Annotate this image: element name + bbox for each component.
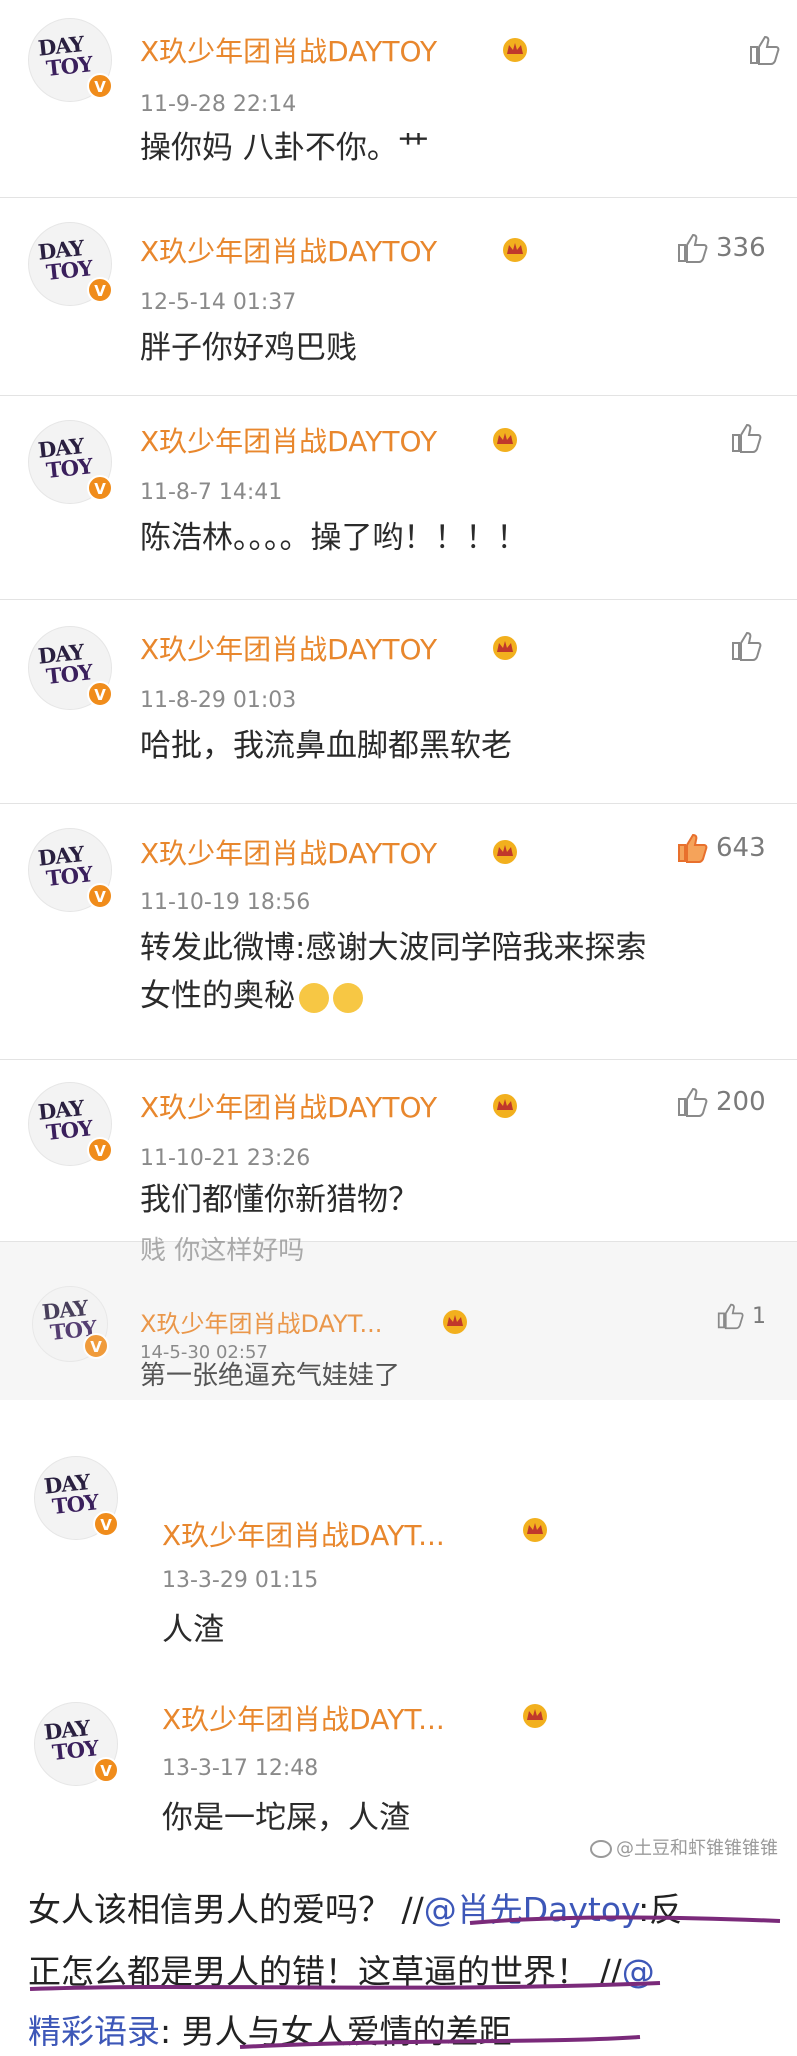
verified-badge-icon: V [87, 883, 113, 909]
verified-badge-icon: V [83, 1333, 109, 1359]
verified-badge-icon: V [93, 1757, 119, 1783]
avatar[interactable]: DAY TOY V [28, 1082, 113, 1166]
like-button[interactable]: 643 [676, 832, 766, 864]
user-name[interactable]: X玖少年团肖战DAYTOY [140, 420, 437, 460]
thumbs-up-icon [678, 833, 708, 863]
crown-icon [493, 1094, 517, 1118]
like-button[interactable] [730, 630, 764, 662]
user-name[interactable]: X玖少年团肖战DAYTOY [140, 1086, 437, 1126]
comment-card: DAY TOY V X玖少年团肖战DAYTOY 12-5-14 01:37 胖子你… [0, 198, 797, 396]
user-name[interactable]: X玖少年团肖战DAYT... [162, 1698, 445, 1738]
avatar[interactable]: DAY TOY V [32, 1286, 109, 1362]
avatar[interactable]: DAY TOY V [28, 420, 113, 504]
verified-badge-icon: V [87, 73, 113, 99]
comment-text: 胖子你好鸡巴贱 [140, 330, 357, 366]
comment-text: 陈浩林。。。。操了哟！！！！ [140, 520, 528, 556]
comment-card: DAY TOY V X玖少年团肖战DAYT... 13-3-17 12:48 你是… [0, 1658, 797, 1865]
like-button[interactable] [730, 422, 764, 454]
comment-card: DAY TOY V X玖少年团肖战DAYTOY 11-9-28 22:14 操你妈… [0, 0, 797, 198]
like-count: 336 [716, 233, 766, 263]
comment-text: 操你妈 八卦不你。艹 [140, 130, 429, 166]
user-name[interactable]: X玖少年团肖战DAYTOY [140, 230, 437, 270]
comment-text: 第一张绝逼充气娃娃了 [140, 1361, 401, 1391]
thumbs-up-icon [678, 1087, 708, 1117]
crown-icon [493, 428, 517, 452]
thumbs-up-icon [732, 423, 762, 453]
comment-time: 13-3-17 12:48 [162, 1756, 319, 1781]
verified-badge-icon: V [93, 1511, 119, 1537]
verified-badge-icon: V [87, 475, 113, 501]
user-name[interactable]: X玖少年团肖战DAYTOY [140, 832, 437, 872]
comment-card: DAY TOY V X玖少年团肖战DAYT... 13-3-29 01:15 人渣 [0, 1400, 797, 1658]
comment-text: 我们都懂你新猎物？ [140, 1182, 419, 1218]
thumbs-up-icon [750, 35, 780, 65]
comment-time: 11-8-29 01:03 [140, 688, 297, 713]
shy-emoji-icon [299, 982, 329, 1013]
user-name[interactable]: X玖少年团肖战DAYT... [140, 1304, 382, 1339]
verified-badge-icon: V [87, 681, 113, 707]
like-button[interactable]: 1 [716, 1302, 766, 1330]
like-count: 643 [716, 833, 766, 863]
avatar[interactable]: DAY TOY V [28, 18, 113, 102]
shy-emoji-icon [333, 982, 363, 1013]
comment-time: 11-10-21 23:26 [140, 1146, 311, 1171]
faded-screenshot: 贱 你这样好吗 DAY TOY V X玖少年团肖战DAYT... 14-5-30 … [0, 1236, 797, 1400]
like-count: 1 [752, 1303, 766, 1329]
like-button[interactable] [748, 34, 782, 66]
like-button[interactable]: 336 [676, 232, 766, 264]
crown-icon [503, 38, 527, 62]
crown-icon [523, 1518, 547, 1542]
comment-time: 11-8-7 14:41 [140, 480, 283, 505]
repost-text-block: 女人该相信男人的爱吗？ //@肖先Daytoy:反 正怎么都是男人的错！这草逼的… [0, 1865, 797, 2056]
cropped-text: 贱 你这样好吗 [140, 1236, 305, 1266]
crown-icon [443, 1310, 467, 1334]
comment-time: 12-5-14 01:37 [140, 290, 297, 315]
comment-time: 13-3-29 01:15 [162, 1568, 319, 1593]
user-name[interactable]: X玖少年团肖战DAYT... [162, 1514, 445, 1554]
comment-card: DAY TOY V X玖少年团肖战DAYTOY 11-8-29 01:03 哈批，… [0, 600, 797, 804]
comment-card: DAY TOY V X玖少年团肖战DAYTOY 11-10-19 18:56 转发… [0, 804, 797, 1060]
thumbs-up-icon [717, 1303, 744, 1330]
weibo-logo-icon [590, 1840, 612, 1858]
thumbs-up-icon [678, 233, 708, 263]
verified-badge-icon: V [87, 277, 113, 303]
crown-icon [503, 238, 527, 262]
user-name[interactable]: X玖少年团肖战DAYTOY [140, 30, 437, 70]
screenshot-collage: DAY TOY V X玖少年团肖战DAYTOY 11-9-28 22:14 操你妈… [0, 0, 797, 2056]
avatar[interactable]: DAY TOY V [34, 1702, 119, 1786]
verified-badge-icon: V [87, 1137, 113, 1163]
comment-card: DAY TOY V X玖少年团肖战DAYTOY 11-10-21 23:26 我们… [0, 1060, 797, 1242]
comment-time: 11-9-28 22:14 [140, 92, 297, 117]
handwritten-underline [29, 1915, 781, 2049]
avatar[interactable]: DAY TOY V [28, 828, 113, 912]
user-name[interactable]: X玖少年团肖战DAYTOY [140, 628, 437, 668]
comment-text: 人渣 [162, 1612, 224, 1648]
comment-text: 哈批，我流鼻血脚都黑软老 [140, 728, 512, 764]
comment-text: 你是一坨屎，人渣 [162, 1800, 410, 1836]
comment-card: DAY TOY V X玖少年团肖战DAYTOY 11-8-7 14:41 陈浩林。… [0, 396, 797, 600]
comment-text: 转发此微博:感谢大波同学陪我来探索 [140, 930, 647, 966]
crown-icon [493, 636, 517, 660]
crown-icon [523, 1704, 547, 1728]
crown-icon [493, 840, 517, 864]
like-count: 200 [716, 1087, 766, 1117]
comment-time: 11-10-19 18:56 [140, 890, 311, 915]
avatar[interactable]: DAY TOY V [28, 626, 113, 710]
thumbs-up-icon [732, 631, 762, 661]
avatar[interactable]: DAY TOY V [34, 1456, 119, 1540]
comment-text-line2: 女性的奥秘 [140, 974, 363, 1018]
watermark: @土豆和虾锥锥锥锥 [590, 1834, 778, 1860]
avatar[interactable]: DAY TOY V [28, 222, 113, 306]
like-button[interactable]: 200 [676, 1086, 766, 1118]
